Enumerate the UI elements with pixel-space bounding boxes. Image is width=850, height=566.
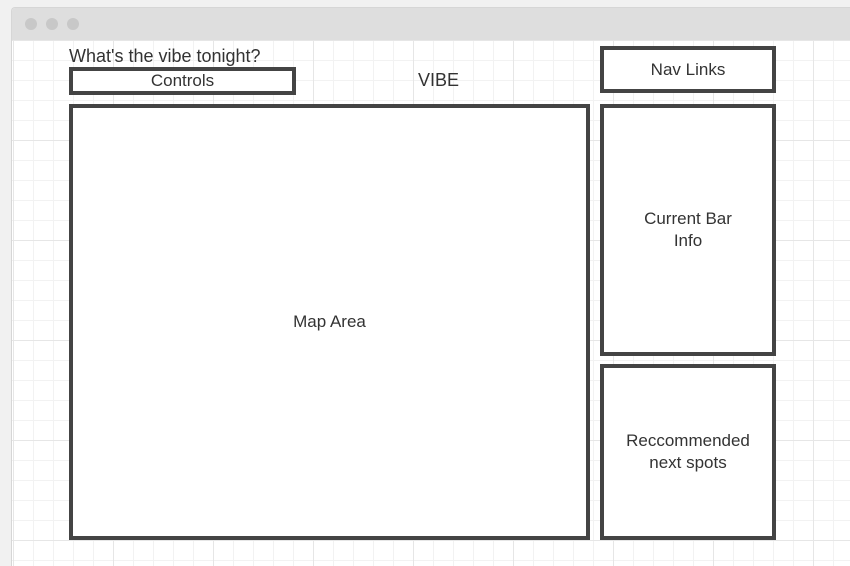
window-titlebar [12,8,850,40]
map-area-box[interactable]: Map Area [69,104,590,540]
maximize-dot-icon[interactable] [67,18,79,30]
diagram-canvas: What's the vibe tonight? VIBE Controls N… [12,40,850,566]
current-bar-info-box[interactable]: Current Bar Info [600,104,776,356]
recommended-spots-label: Reccommended next spots [626,431,750,472]
nav-links-box[interactable]: Nav Links [600,46,776,93]
controls-box[interactable]: Controls [69,67,296,95]
nav-links-label: Nav Links [650,59,726,79]
current-bar-info-label: Current Bar Info [644,209,732,250]
close-dot-icon[interactable] [25,18,37,30]
app-window: What's the vibe tonight? VIBE Controls N… [11,7,850,566]
recommended-spots-box[interactable]: Reccommended next spots [600,364,776,540]
map-area-label: Map Area [293,312,366,331]
minimize-dot-icon[interactable] [46,18,58,30]
controls-label: Controls [150,71,215,90]
vibe-question-label: What's the vibe tonight? [69,46,261,66]
brand-label: VIBE [418,70,460,90]
